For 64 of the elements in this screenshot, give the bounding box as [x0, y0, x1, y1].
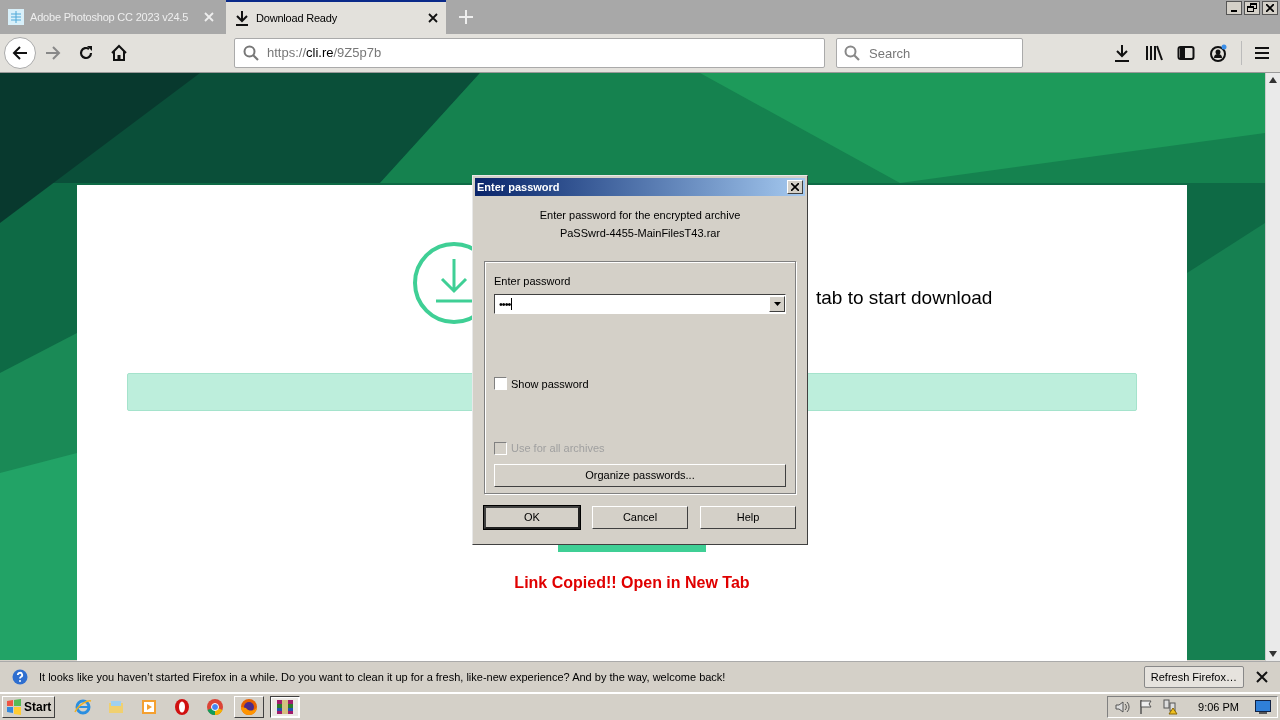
checkbox-label: Show password — [511, 376, 589, 392]
close-icon[interactable] — [1256, 671, 1268, 683]
help-icon — [12, 669, 28, 685]
download-icon[interactable] — [1113, 44, 1131, 62]
tab-title: Adobe Photoshop CC 2023 v24.5 — [30, 9, 190, 25]
scroll-down-icon[interactable] — [1269, 651, 1277, 657]
forward-icon[interactable] — [44, 44, 62, 62]
globe-icon — [240, 698, 259, 716]
organize-passwords-button[interactable]: Organize passwords... — [494, 463, 786, 487]
search-icon — [243, 45, 259, 61]
dropdown-button[interactable] — [769, 295, 785, 312]
back-arrow-icon — [11, 44, 29, 62]
password-text: •••• — [499, 297, 513, 310]
back-button[interactable] — [4, 37, 36, 69]
sidebar-icon[interactable] — [1177, 44, 1195, 62]
dialog-message: PaSSwrd-4455-MainFilesT43.rar — [559, 225, 721, 241]
search-icon — [844, 45, 860, 61]
play-icon — [139, 698, 158, 716]
download-icon — [234, 10, 250, 26]
dialog-title: Enter password — [477, 179, 561, 195]
site-icon — [8, 9, 24, 25]
minimize-button[interactable] — [1226, 1, 1242, 15]
url-text: https://cli.re/9Z5p7b — [267, 44, 382, 63]
dialog-button[interactable]: Help — [700, 506, 796, 529]
speaker-icon[interactable] — [1114, 699, 1131, 715]
password-field[interactable]: •••• — [494, 293, 786, 314]
dialog-message: Enter password for the encrypted archive — [539, 208, 741, 223]
tab-title: Download Ready — [256, 10, 338, 26]
circle-icon — [205, 698, 224, 716]
scroll-up-icon[interactable] — [1269, 77, 1277, 83]
ring-icon — [172, 698, 191, 716]
dialog-button[interactable]: Cancel — [592, 506, 688, 529]
scrollbar[interactable] — [1265, 73, 1280, 661]
menu-icon[interactable] — [1254, 45, 1270, 61]
address-field[interactable]: https://cli.re/9Z5p7b — [234, 38, 825, 68]
close-button[interactable] — [1262, 1, 1278, 15]
dialog-button[interactable]: OK — [484, 506, 580, 529]
library-icon[interactable] — [1145, 44, 1163, 62]
flag-icon[interactable] — [1138, 699, 1155, 715]
archive-icon — [276, 698, 295, 716]
password-label: Enter password — [494, 274, 572, 289]
notification-text: It looks like you haven’t started Firefox in a while. Do you want to clean it up for a fresh, like-new experience? And by the way, welcome back! — [39, 669, 726, 685]
clock: 9:06 PM — [1198, 699, 1239, 715]
reload-icon[interactable] — [78, 45, 94, 61]
close-icon[interactable] — [428, 13, 438, 23]
search-field[interactable]: Search — [836, 38, 1023, 68]
link-copied-message: Link Copied!! Open in New Tab — [513, 573, 751, 593]
network-warning-icon[interactable] — [1162, 699, 1179, 715]
folder-icon — [106, 698, 125, 716]
globe-icon — [73, 698, 92, 716]
browser-tab[interactable]: Download Ready — [226, 0, 446, 34]
restore-button[interactable] — [1244, 1, 1260, 15]
windows-logo-icon — [6, 699, 22, 715]
dropdown-arrow-icon — [773, 301, 781, 306]
account-icon[interactable] — [1209, 44, 1227, 62]
refresh-button[interactable]: Refresh Firefox… — [1143, 666, 1244, 688]
checkbox[interactable] — [494, 377, 507, 391]
taskbar-app[interactable] — [270, 696, 301, 718]
home-icon[interactable] — [110, 44, 128, 62]
page-heading: tab to start download — [816, 286, 993, 310]
show-desktop-icon[interactable] — [1255, 700, 1271, 714]
close-icon — [1266, 4, 1274, 12]
start-button[interactable]: Start — [2, 696, 56, 718]
close-icon — [791, 183, 799, 191]
